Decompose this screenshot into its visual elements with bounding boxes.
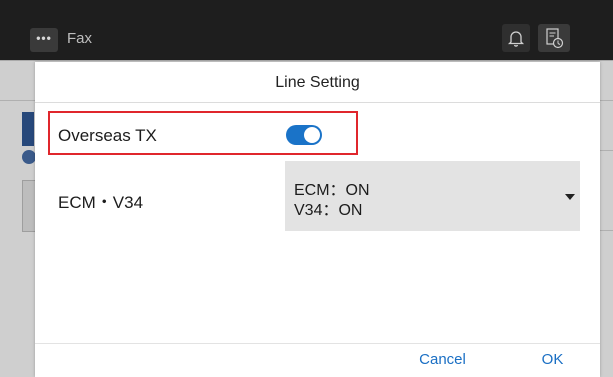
- toggle-knob: [304, 127, 320, 143]
- background-divider: [0, 60, 613, 61]
- app-title: Fax: [67, 30, 93, 47]
- bell-icon: [507, 31, 525, 47]
- ecm-v34-select[interactable]: ECM：ON V34：ON: [285, 161, 580, 231]
- job-status-button[interactable]: [538, 24, 570, 52]
- line-setting-dialog: Line Setting Overseas TX ECM・V34 ECM：ON …: [35, 62, 600, 377]
- cancel-button[interactable]: Cancel: [400, 346, 485, 374]
- background-divider: [0, 100, 35, 101]
- job-status-icon: [546, 28, 564, 49]
- background-divider: [600, 230, 613, 231]
- background-divider: [600, 100, 613, 101]
- background-badge: [22, 150, 36, 164]
- ok-button[interactable]: OK: [520, 346, 585, 374]
- v34-value: V34：ON: [294, 202, 363, 219]
- more-dots-icon[interactable]: •••: [30, 28, 58, 52]
- footer-divider: [35, 343, 600, 344]
- ecm-v34-label: ECM・V34: [58, 193, 144, 212]
- caret-down-icon: [565, 194, 575, 200]
- overseas-tx-label: Overseas TX: [58, 126, 157, 145]
- title-divider: [35, 102, 600, 103]
- background-divider: [600, 150, 613, 151]
- background-tab: [22, 112, 34, 146]
- notification-button[interactable]: [502, 24, 530, 52]
- app-header: ••• Fax: [0, 0, 613, 60]
- overseas-tx-toggle[interactable]: [286, 125, 322, 145]
- dialog-title: Line Setting: [275, 74, 360, 91]
